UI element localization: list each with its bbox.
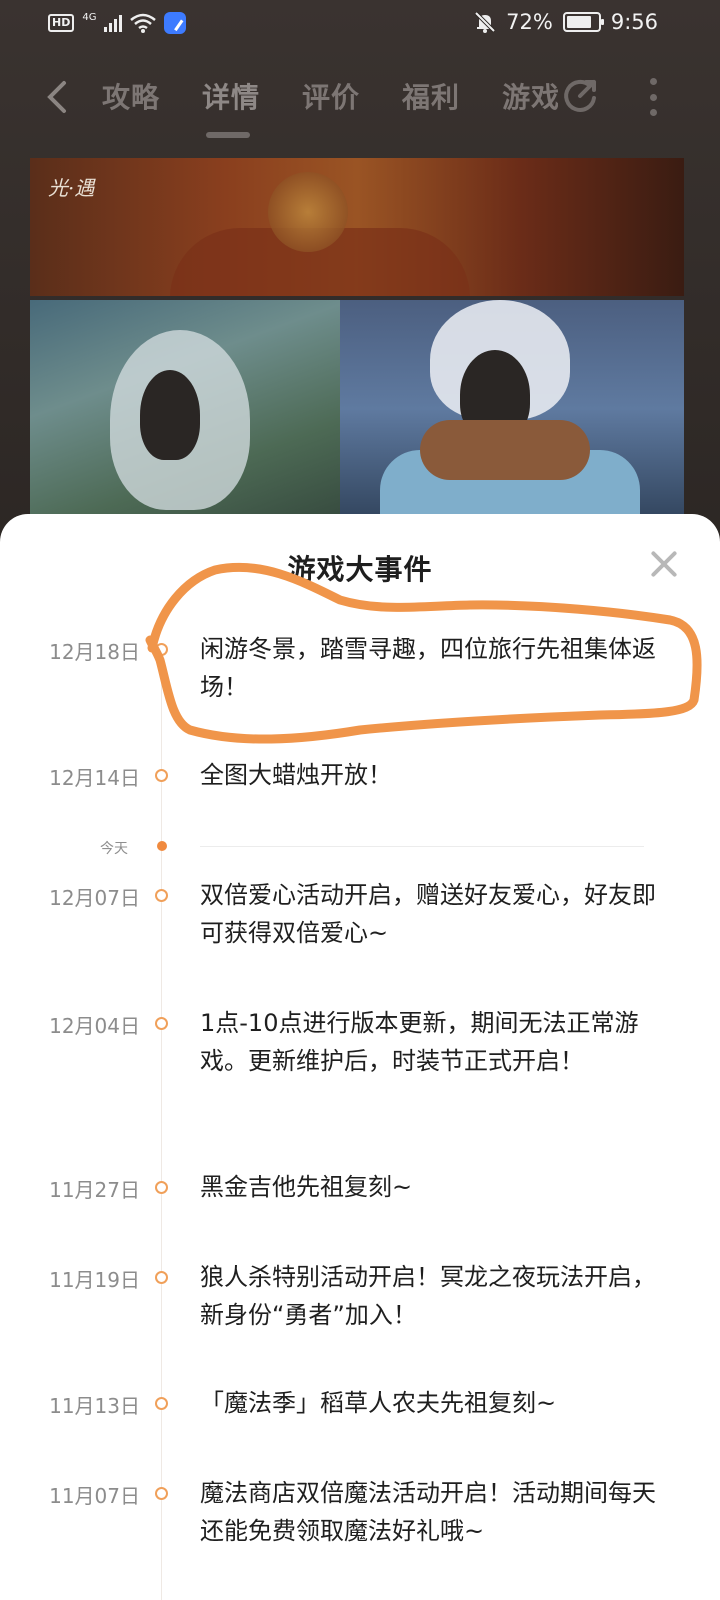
clock: 9:56 [610, 10, 658, 34]
timeline-dot [155, 769, 168, 782]
timeline-dot [155, 643, 168, 656]
event-date: 11月27日 [49, 1178, 140, 1202]
event-date: 12月04日 [49, 1014, 140, 1038]
event-text: 狼人杀特别活动开启！冥龙之夜玩法开启，新身份“勇者”加入！ [200, 1263, 656, 1329]
gallery-banner-image[interactable]: 光·遇 [30, 158, 684, 296]
event-text: 「魔法季」稻草人农夫先祖复刻~ [200, 1389, 557, 1417]
wifi-icon [130, 13, 157, 33]
event-date: 12月07日 [49, 886, 140, 910]
signal-icon [104, 14, 123, 32]
event-date: 12月18日 [49, 640, 140, 664]
tab-details[interactable]: 详情 [202, 76, 260, 116]
timeline-dot [155, 1181, 168, 1194]
tab-game[interactable]: 游戏 [502, 76, 558, 116]
event-date: 11月19日 [49, 1268, 140, 1292]
tab-active-indicator [206, 132, 250, 138]
close-icon[interactable] [644, 544, 684, 584]
today-label: 今天 [100, 841, 128, 857]
app-screen: HD 4G 72% 9:56 攻略 详情 评价 福利 游戏 光·遇 游戏大事件 … [0, 0, 720, 1600]
today-marker: 今天 [0, 836, 720, 857]
gallery-screenshot[interactable] [30, 300, 352, 518]
battery-percent: 72% [506, 10, 553, 34]
game-gallery: 光·遇 [30, 158, 684, 518]
status-right: 72% 9:56 [474, 10, 658, 34]
timeline-dot [155, 1487, 168, 1500]
top-navigation: 攻略 详情 评价 福利 游戏 [0, 62, 720, 138]
tab-guide[interactable]: 攻略 [102, 76, 160, 116]
timeline-dot [155, 1271, 168, 1284]
timeline-line [161, 644, 162, 1600]
event-date: 11月13日 [49, 1394, 140, 1418]
event-text: 黑金吉他先祖复刻~ [200, 1173, 413, 1201]
tab-bar: 攻略 详情 评价 福利 游戏 [102, 76, 558, 116]
events-bottom-sheet: 游戏大事件 12月18日 闲游冬景，踏雪寻趣，四位旅行先祖集体返场！ 12月14… [0, 514, 720, 1600]
gallery-screenshot[interactable] [340, 300, 684, 518]
app-notification-icon [164, 12, 187, 34]
timeline-dot [155, 889, 168, 902]
status-bar: HD 4G 72% 9:56 [0, 0, 720, 50]
more-vertical-icon[interactable] [648, 78, 658, 116]
event-text: 双倍爱心活动开启，赠送好友爱心，好友即可获得双倍爱心~ [200, 881, 656, 947]
chevron-left-icon[interactable] [42, 80, 76, 114]
battery-icon [562, 12, 604, 32]
event-date: 11月07日 [49, 1484, 140, 1508]
bell-muted-icon [474, 11, 496, 33]
timeline-dot [155, 1397, 168, 1410]
tab-reviews[interactable]: 评价 [302, 76, 360, 116]
share-icon[interactable] [560, 76, 600, 116]
sheet-title: 游戏大事件 [287, 553, 433, 586]
hd-badge: HD [48, 14, 75, 32]
event-date: 12月14日 [49, 766, 140, 790]
tab-benefits[interactable]: 福利 [402, 76, 460, 116]
event-text: 闲游冬景，踏雪寻趣，四位旅行先祖集体返场！ [200, 635, 656, 701]
today-dot [157, 841, 167, 851]
timeline-dot [155, 1017, 168, 1030]
network-type: 4G [82, 11, 97, 23]
status-left: HD 4G [48, 11, 187, 34]
game-logo: 光·遇 [48, 176, 95, 200]
event-text: 1点-10点进行版本更新，期间无法正常游戏。更新维护后，时装节正式开启！ [200, 1009, 639, 1075]
event-text: 全图大蜡烛开放！ [200, 761, 392, 789]
today-divider [200, 846, 644, 847]
event-text: 魔法商店双倍魔法活动开启！活动期间每天还能免费领取魔法好礼哦~ [200, 1479, 656, 1545]
